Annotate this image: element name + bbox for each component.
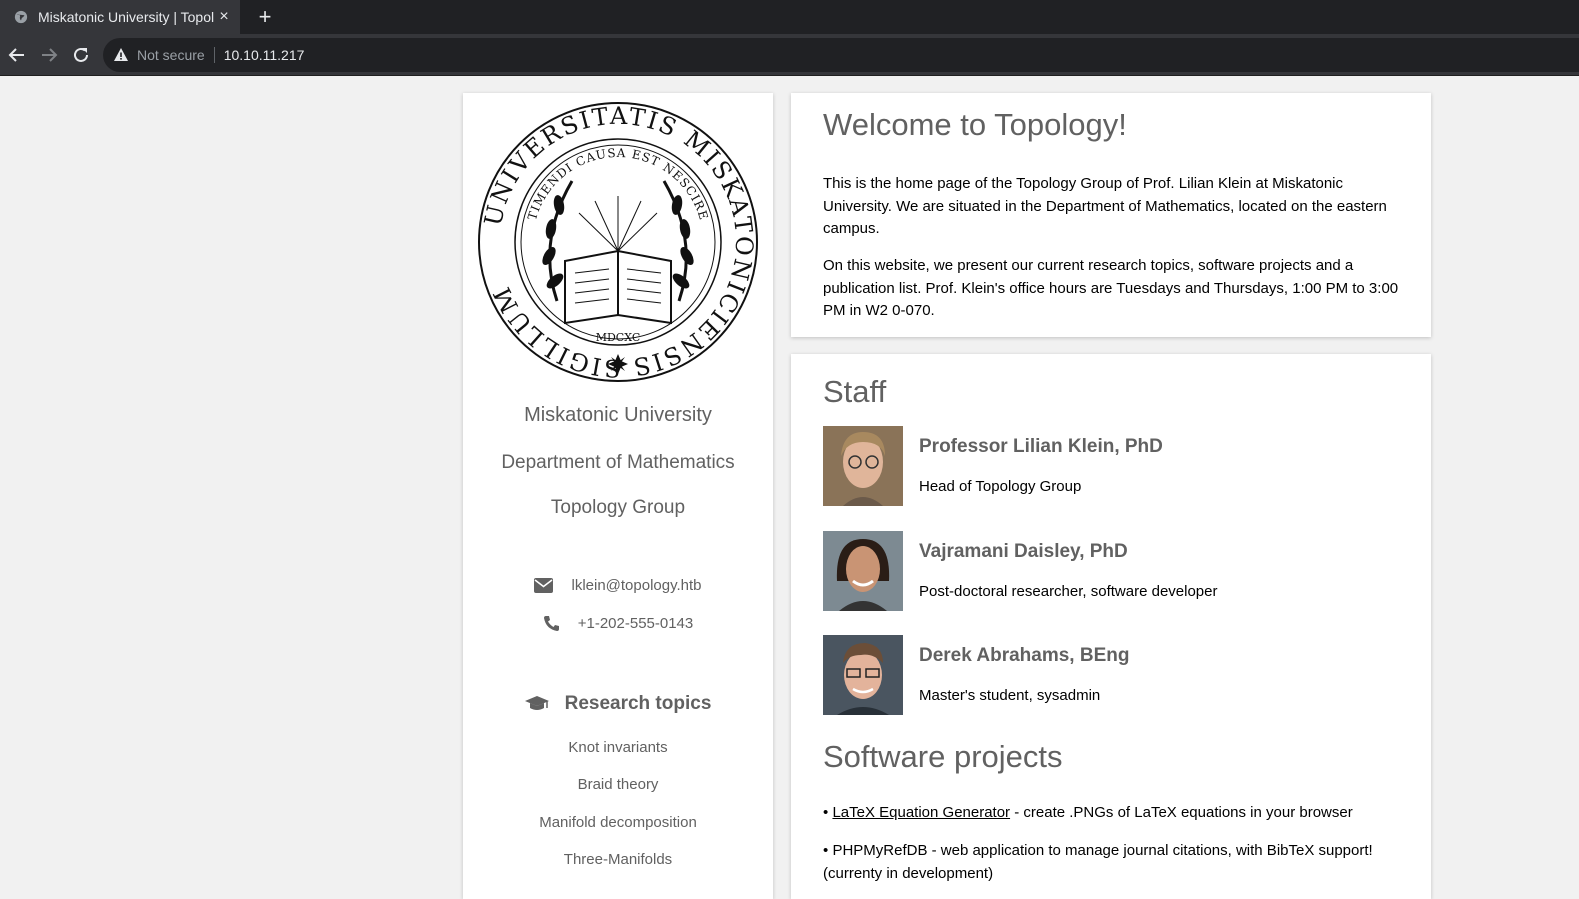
globe-icon: [14, 10, 28, 24]
tab-title: Miskatonic University | Topology Group: [38, 9, 214, 25]
bullet: •: [823, 804, 829, 821]
welcome-card: Welcome to Topology! This is the home pa…: [791, 93, 1431, 337]
phone-number[interactable]: +1-202-555-0143: [578, 615, 694, 632]
browser-tab[interactable]: Miskatonic University | Topology Group ×: [0, 0, 240, 34]
staff-title: Staff: [823, 374, 887, 409]
software-description: PHPMyRefDB - web application to manage j…: [823, 842, 1373, 882]
avatar: [823, 426, 903, 506]
research-topic-item: Manifold decomposition: [539, 814, 697, 831]
latex-generator-link[interactable]: LaTeX Equation Generator: [832, 804, 1010, 821]
security-label[interactable]: Not secure: [137, 47, 205, 63]
welcome-paragraph-2: On this website, we present our current …: [823, 257, 1399, 319]
staff-name: Professor Lilian Klein, PhD: [919, 436, 1163, 457]
address-bar[interactable]: Not secure 10.10.11.217: [103, 38, 1579, 72]
graduation-cap-icon: [524, 695, 549, 710]
omnibox-divider: [213, 47, 215, 63]
phone-icon: [543, 616, 559, 631]
email-row: lklein@topology.htb: [463, 577, 773, 594]
research-topic-item: Three-Manifolds: [563, 851, 673, 868]
bullet: •: [823, 842, 829, 859]
browser-tab-bar: Miskatonic University | Topology Group ×…: [0, 0, 1579, 34]
warning-icon: [114, 48, 128, 61]
research-topics-label: Research topics: [564, 693, 712, 714]
avatar: [823, 531, 903, 611]
staff-member: Derek Abrahams, BEng Master's student, s…: [823, 635, 1399, 715]
staff-role: Post-doctoral researcher, software devel…: [919, 583, 1218, 600]
software-item: • PHPMyRefDB - web application to manage…: [823, 840, 1399, 885]
staff-role: Master's student, sysadmin: [919, 687, 1101, 704]
email-address[interactable]: lklein@topology.htb: [571, 577, 701, 594]
new-tab-button[interactable]: +: [252, 4, 278, 30]
envelope-icon: [534, 578, 554, 593]
university-seal-logo: UNIVERSITATIS MISKATONICIENSIS SIGILLUM …: [478, 102, 758, 382]
seal-year: MDCXC: [596, 331, 641, 344]
staff-name: Vajramani Daisley, PhD: [919, 541, 1128, 562]
reload-icon[interactable]: [70, 44, 92, 66]
research-topics-heading: Research topics: [463, 693, 773, 715]
browser-toolbar: Not secure 10.10.11.217: [0, 34, 1579, 76]
phone-row: +1-202-555-0143: [463, 615, 773, 632]
staff-member: Vajramani Daisley, PhD Post-doctoral res…: [823, 531, 1399, 611]
software-description: - create .PNGs of LaTeX equations in you…: [1010, 804, 1353, 821]
welcome-title: Welcome to Topology!: [823, 107, 1127, 142]
software-item: • LaTeX Equation Generator - create .PNG…: [823, 802, 1399, 825]
url-text[interactable]: 10.10.11.217: [224, 47, 305, 63]
welcome-paragraph-1: This is the home page of the Topology Gr…: [823, 175, 1387, 237]
avatar: [823, 635, 903, 715]
forward-arrow-icon[interactable]: [38, 44, 60, 66]
software-title: Software projects: [823, 739, 1063, 774]
staff-role: Head of Topology Group: [919, 478, 1082, 495]
research-topic-item: Knot invariants: [568, 739, 668, 756]
close-tab-icon[interactable]: ×: [214, 8, 234, 26]
sidebar: UNIVERSITATIS MISKATONICIENSIS SIGILLUM …: [463, 93, 773, 899]
staff-member: Professor Lilian Klein, PhD Head of Topo…: [823, 426, 1399, 506]
research-topic-item: Braid theory: [577, 776, 659, 793]
staff-name: Derek Abrahams, BEng: [919, 645, 1130, 666]
university-name: Miskatonic University: [524, 404, 712, 426]
department-name: Department of Mathematics: [501, 452, 735, 473]
staff-card: Staff Professor Lilian Klein, PhD Head o…: [791, 354, 1431, 899]
back-arrow-icon[interactable]: [6, 44, 28, 66]
group-name: Topology Group: [550, 497, 686, 518]
